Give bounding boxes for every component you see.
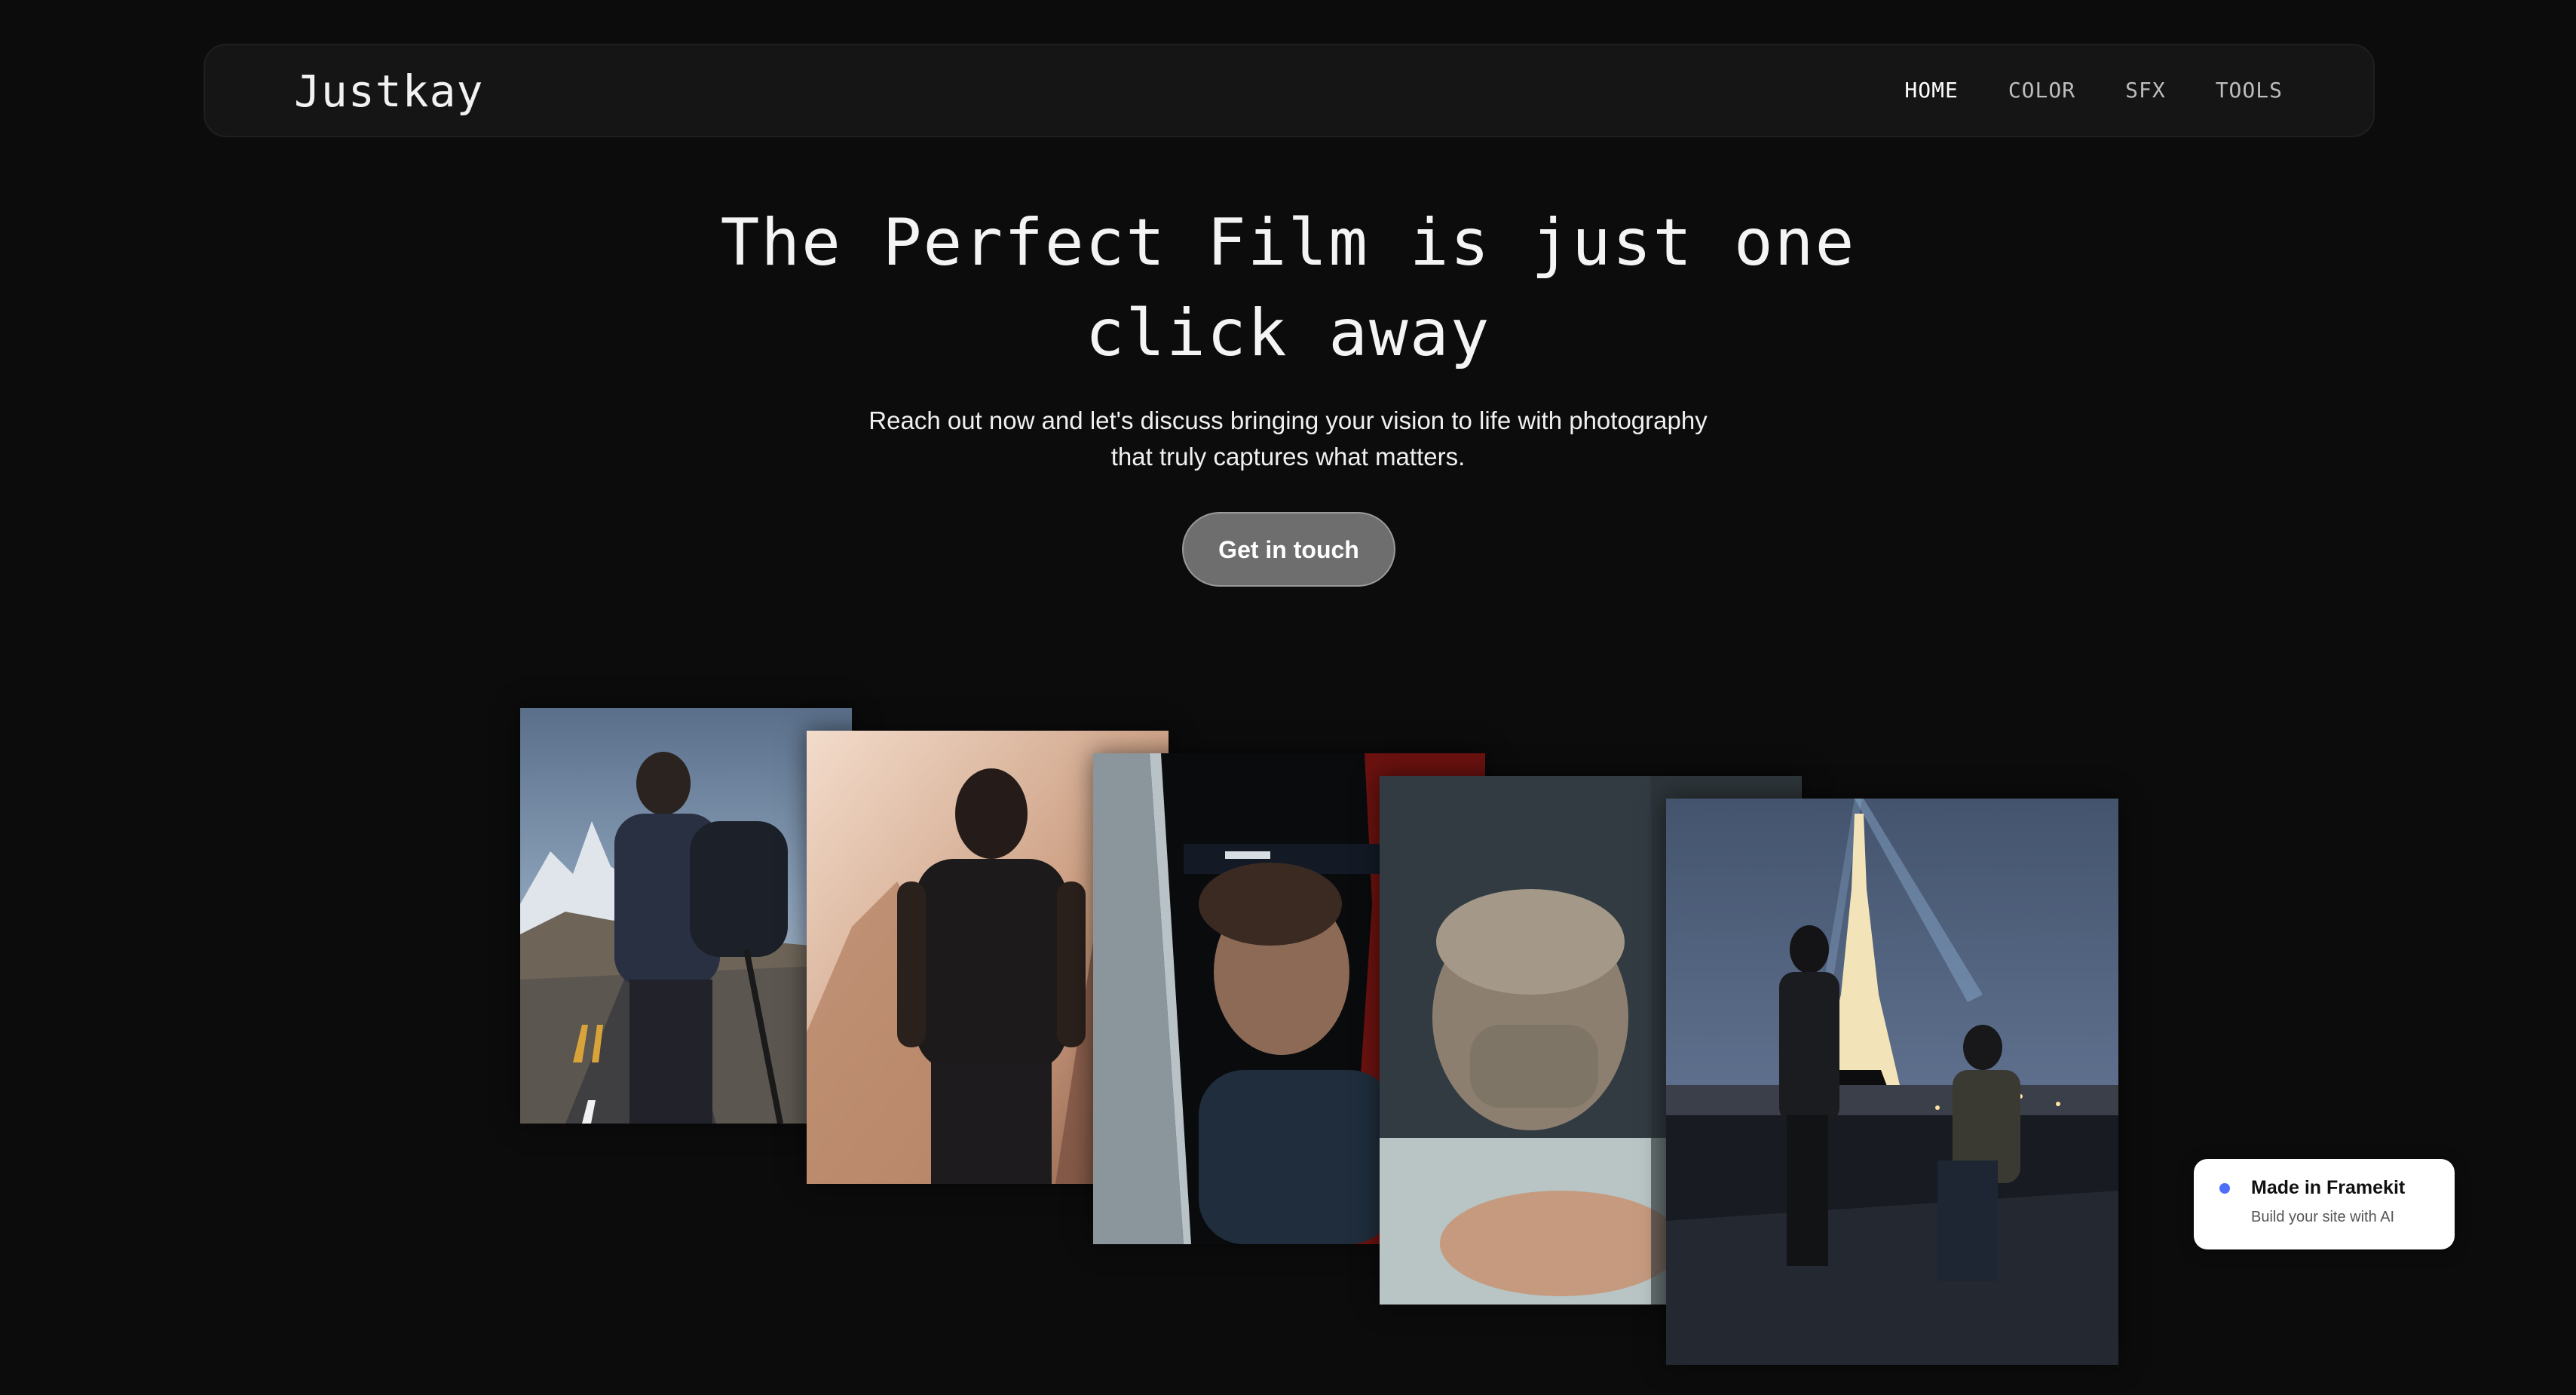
nav-item-tools[interactable]: TOOLS [2216,77,2283,104]
eiffel-photo-image [1666,799,2118,1365]
hero-title-line-2: click away [1085,296,1491,371]
badge-title: Made in Framekit [2251,1177,2406,1198]
badge-subtitle: Build your site with AI [2251,1209,2395,1225]
hero-subtitle: Reach out now and let's discuss bringing… [0,403,2576,475]
nav-item-sfx[interactable]: SFX [2125,77,2166,104]
site-logo[interactable]: Justkay [294,65,483,118]
gallery-photo-hiker[interactable] [520,708,852,1124]
made-in-framekit-badge[interactable]: Made in Framekit Build your site with AI [2194,1159,2455,1249]
main-nav: HOME COLOR SFX TOOLS [1904,77,2283,104]
hiker-photo-image [520,708,852,1124]
hero-subtitle-line-1: Reach out now and let's discuss bringing… [868,406,1708,434]
hero-title-line-1: The Perfect Film is just one [720,205,1856,281]
hero-subtitle-line-2: that truly captures what matters. [1110,443,1466,471]
nav-item-color[interactable]: COLOR [2008,77,2075,104]
get-in-touch-button[interactable]: Get in touch [1182,512,1395,587]
status-dot-icon [2219,1183,2230,1194]
top-navbar: Justkay HOME COLOR SFX TOOLS [204,44,2375,137]
gallery-photo-eiffel[interactable] [1666,799,2118,1365]
nav-item-home[interactable]: HOME [1904,77,1958,104]
hero-title: The Perfect Film is just one click away [0,198,2576,379]
